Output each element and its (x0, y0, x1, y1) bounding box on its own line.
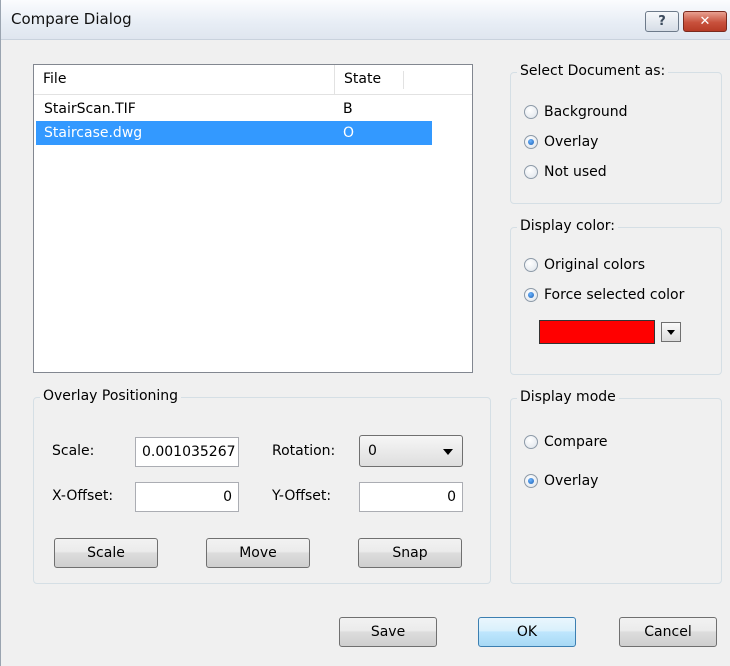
rotation-value: 0 (368, 443, 377, 459)
display-color-label: Display color: (517, 218, 618, 234)
scale-label: Scale: (52, 443, 95, 459)
rotation-select[interactable]: 0 (359, 435, 463, 467)
scale-input[interactable]: 0.001035267 (135, 437, 239, 467)
rotation-label: Rotation: (272, 443, 336, 459)
x-offset-input[interactable]: 0 (135, 482, 239, 512)
save-button[interactable]: Save (339, 617, 437, 647)
chevron-down-icon (667, 330, 675, 335)
file-state: O (343, 125, 355, 141)
radio-background[interactable]: Background (524, 104, 628, 120)
file-name: Staircase.dwg (44, 125, 143, 141)
list-item-selected[interactable]: Staircase.dwg O (36, 121, 432, 145)
radio-compare[interactable]: Compare (524, 434, 608, 450)
dialog-title: Compare Dialog (11, 10, 132, 28)
title-bar[interactable]: Compare Dialog ? ✕ (1, 0, 730, 40)
radio-force-selected-color[interactable]: Force selected color (524, 287, 684, 303)
y-offset-input[interactable]: 0 (359, 482, 463, 512)
close-icon: ✕ (699, 14, 711, 29)
file-name: StairScan.TIF (44, 101, 136, 117)
snap-button[interactable]: Snap (358, 538, 462, 568)
cancel-button[interactable]: Cancel (619, 617, 717, 647)
y-offset-label: Y-Offset: (272, 488, 332, 504)
radio-button-icon (524, 105, 538, 119)
radio-mode-overlay[interactable]: Overlay (524, 473, 598, 489)
column-header-state[interactable]: State (335, 65, 472, 95)
color-dropdown-button[interactable] (661, 322, 681, 342)
radio-button-icon (524, 435, 538, 449)
compare-dialog: Compare Dialog ? ✕ File State StairScan.… (0, 0, 730, 666)
radio-overlay[interactable]: Overlay (524, 134, 598, 150)
question-mark-icon: ? (658, 14, 666, 29)
chevron-down-icon (443, 449, 453, 455)
help-button[interactable]: ? (645, 11, 679, 32)
color-swatch[interactable] (539, 320, 655, 344)
column-header-file[interactable]: File (34, 65, 335, 95)
select-document-label: Select Document as: (517, 63, 669, 79)
x-offset-label: X-Offset: (52, 488, 114, 504)
list-header: File State (34, 65, 472, 95)
file-state: B (343, 101, 353, 117)
overlay-positioning-label: Overlay Positioning (40, 388, 182, 404)
display-mode-group: Display mode (510, 389, 722, 584)
column-divider (403, 71, 404, 89)
move-button[interactable]: Move (206, 538, 310, 568)
radio-button-checked-icon (524, 474, 538, 488)
radio-button-icon (524, 258, 538, 272)
radio-button-checked-icon (524, 135, 538, 149)
radio-original-colors[interactable]: Original colors (524, 257, 645, 273)
radio-button-icon (524, 165, 538, 179)
scale-button[interactable]: Scale (54, 538, 158, 568)
file-list[interactable]: File State StairScan.TIF B Staircase.dwg… (33, 64, 473, 373)
radio-button-checked-icon (524, 288, 538, 302)
display-mode-label: Display mode (517, 389, 619, 405)
radio-not-used[interactable]: Not used (524, 164, 607, 180)
close-button[interactable]: ✕ (683, 11, 727, 32)
ok-button[interactable]: OK (478, 617, 576, 647)
list-item[interactable]: StairScan.TIF B (36, 97, 432, 121)
